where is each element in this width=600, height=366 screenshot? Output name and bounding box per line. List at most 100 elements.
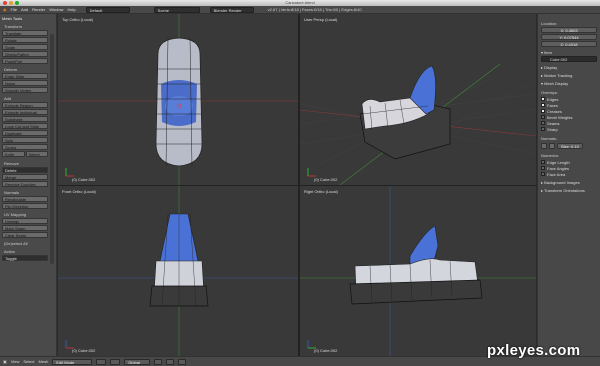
minimize-icon[interactable] (9, 1, 13, 5)
viewport-divider-horizontal[interactable] (58, 185, 536, 186)
viewport-user-persp[interactable]: User Persp (Local) (0) Cube.002 (300, 14, 536, 185)
normals-header[interactable]: Normals (4, 190, 54, 195)
face-area-checkbox[interactable]: Face Area (541, 171, 597, 177)
blender-logo-icon[interactable]: ◉ (3, 7, 7, 12)
smooth-vertex-button[interactable]: Smooth Vertex (2, 87, 48, 93)
numerics-header: Numerics: (541, 153, 560, 158)
mark-seam-button[interactable]: Mark Seam (2, 225, 48, 231)
menu-render[interactable]: Render (32, 7, 45, 12)
checkbox-icon (541, 97, 545, 101)
menu-window[interactable]: Window (49, 7, 63, 12)
location-x-field[interactable]: X: 0.4603 (541, 27, 597, 33)
location-y-field[interactable]: Y: 0.07544 (541, 34, 597, 40)
viewport-right-ortho[interactable]: Right Ortho (Local) (0) Cube.002 (300, 186, 536, 356)
checkbox-label: Face Area (547, 171, 566, 177)
render-engine-selector[interactable]: Blender Render (209, 6, 254, 13)
motion-tracking-header[interactable]: ▸ Motion Tracking (541, 73, 597, 78)
checkbox-label: Sharp (547, 126, 558, 132)
subdivide-button[interactable]: Subdivide (2, 116, 48, 122)
remove-doubles-button[interactable]: Remove Doubles (2, 181, 48, 187)
push-pull-button[interactable]: Push/Pull (2, 58, 48, 64)
normals-header: Normals: (541, 136, 558, 141)
normals-row: Size: 0.10 (541, 142, 597, 149)
overlays-header: Overlays: (541, 90, 558, 95)
display-header[interactable]: ▸ Display (541, 65, 597, 70)
rotate-button[interactable]: Rotate (2, 37, 48, 43)
deform-header[interactable]: Deform (4, 67, 54, 72)
extrude-region-button[interactable]: Extrude Region (2, 102, 48, 108)
overlay-sharp-checkbox[interactable]: Sharp (541, 126, 597, 132)
edge-slide-button[interactable]: Edge Slide (2, 73, 48, 79)
menu-file[interactable]: File (11, 7, 17, 12)
object-name-field[interactable]: Cube.002 (541, 56, 597, 62)
loop-cut-button[interactable]: Loop Cut and Slide (2, 123, 48, 129)
tool-shelf-title: Mesh Tools (2, 16, 23, 21)
menu-mesh[interactable]: Mesh (39, 359, 49, 364)
unwrap-button[interactable]: Unwrap (2, 218, 48, 224)
merge-button[interactable]: Merge (2, 174, 48, 180)
shading-selector[interactable] (96, 358, 107, 365)
mode-selector[interactable]: Edit Mode (52, 358, 93, 365)
clear-seam-button[interactable]: Clear Seam (2, 232, 48, 238)
deselect-all-header[interactable]: (De)select All (4, 241, 54, 246)
edge-select-mode[interactable] (166, 358, 175, 365)
translate-button[interactable]: Translate (2, 30, 48, 36)
viewport-object-name: (0) Cube.002 (314, 348, 338, 353)
mesh-display-header[interactable]: ▾ Mesh Display (541, 81, 597, 86)
checkbox-label: Face Angles (547, 165, 570, 171)
checkbox-icon (541, 109, 545, 113)
menu-help[interactable]: Help (67, 7, 75, 12)
flip-direction-button[interactable]: Flip Direction (2, 203, 48, 209)
face-select-mode[interactable] (178, 358, 187, 365)
checkbox-icon (541, 160, 545, 164)
action-header: Action (4, 249, 16, 254)
menu-add[interactable]: Add (21, 7, 28, 12)
normals-size-field[interactable]: Size: 0.10 (557, 142, 583, 149)
noise-button[interactable]: Noise (2, 80, 48, 86)
window-controls[interactable] (3, 1, 19, 5)
knife-select-button[interactable]: Select (25, 151, 48, 157)
tool-shelf-scrollbar[interactable] (50, 34, 54, 264)
scale-button[interactable]: Scale (2, 44, 48, 50)
layout-selector[interactable]: Default (85, 6, 130, 13)
viewport-top-ortho[interactable]: Top Ortho (Local) (0) Cube.002 (58, 14, 298, 185)
viewport-front-ortho[interactable]: Front Ortho (Local) (0) Cube.002 (58, 186, 298, 356)
checkbox-label: Edges (547, 96, 559, 102)
duplicate-button[interactable]: Duplicate (2, 130, 48, 136)
orientation-selector[interactable]: Global (124, 358, 151, 365)
recalculate-button[interactable]: Recalculate (2, 196, 48, 202)
action-dropdown[interactable]: Toggle (2, 255, 48, 261)
item-header[interactable]: ▾ Item (541, 50, 597, 55)
checkbox-icon (541, 103, 545, 107)
viewport-object-name: (0) Cube.002 (72, 348, 96, 353)
face-normal-icon[interactable] (549, 142, 555, 149)
right-view-mesh (300, 186, 536, 356)
properties-panel: Location: X: 0.4603 Y: 0.07544 Z: 0.4318… (537, 14, 600, 356)
shrink-fatten-button[interactable]: Shrink/Fatten (2, 51, 48, 57)
screw-button[interactable]: Screw (2, 144, 48, 150)
knife-button[interactable]: Knife (2, 151, 25, 157)
maximize-icon[interactable] (15, 1, 19, 5)
vertex-select-mode[interactable] (154, 358, 163, 365)
pivot-selector[interactable] (110, 358, 121, 365)
editor-type-icon[interactable]: ▣ (3, 359, 7, 364)
add-header[interactable]: Add (4, 96, 54, 101)
menu-select[interactable]: Select (23, 359, 34, 364)
delete-dropdown[interactable]: Delete (2, 167, 48, 173)
uv-mapping-header[interactable]: UV Mapping (4, 212, 54, 217)
location-z-field[interactable]: Z: 0.4318 (541, 41, 597, 47)
watermark: pxleyes.com (487, 342, 581, 359)
transform-orientations-header[interactable]: ▸ Transform Orientations (541, 188, 597, 193)
item-header-label: Item (544, 50, 552, 55)
display-label: Display (544, 65, 558, 70)
scene-selector[interactable]: Scene (153, 6, 200, 13)
background-images-header[interactable]: ▸ Background Images (541, 180, 597, 185)
extrude-individual-button[interactable]: Extrude Individual (2, 109, 48, 115)
remove-header[interactable]: Remove (4, 161, 54, 166)
transform-header[interactable]: Transform (4, 24, 54, 29)
menu-view[interactable]: View (11, 359, 20, 364)
location-header: Location: (541, 21, 558, 26)
vertex-normal-icon[interactable] (541, 142, 547, 149)
spin-button[interactable]: Spin (2, 137, 48, 143)
close-icon[interactable] (3, 1, 7, 5)
